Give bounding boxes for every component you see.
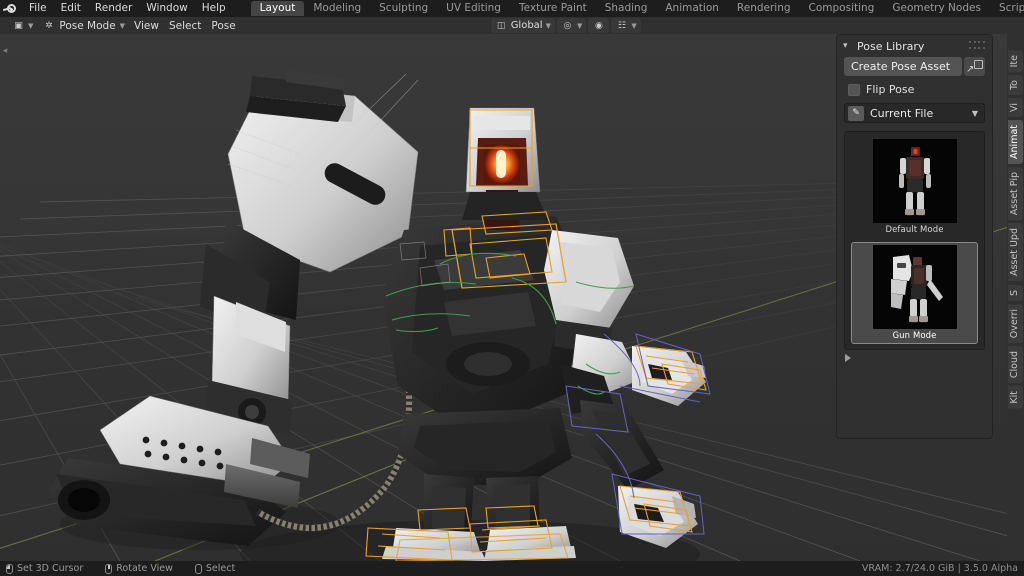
status-bar: Set 3D Cursor Rotate View Select VRAM: 2… xyxy=(0,561,1024,576)
menu-help[interactable]: Help xyxy=(195,0,233,17)
sidebar-tab-item[interactable]: Ite xyxy=(1008,50,1023,72)
chevron-down-icon: ▼ xyxy=(972,109,978,118)
tab-animation[interactable]: Animation xyxy=(656,1,728,16)
flip-pose-checkbox[interactable] xyxy=(848,84,860,96)
menu-view[interactable]: View xyxy=(129,18,164,33)
current-file-icon: ✎ xyxy=(848,106,864,121)
menu-render[interactable]: Render xyxy=(88,0,139,17)
flip-pose-label: Flip Pose xyxy=(866,83,914,96)
chevron-down-icon[interactable]: ▾ xyxy=(843,41,852,51)
proportional-edit-icon: ◉ xyxy=(592,19,605,32)
chevron-down-icon: ▼ xyxy=(120,22,125,30)
asset-source-value: Current File xyxy=(870,107,966,120)
pose-asset-thumbnail xyxy=(873,139,957,223)
pivot-point-icon: ☷ xyxy=(615,19,628,32)
viewport-transform-controls: ◫ Global ▼ ◎ ▼ ◉ ☷ ▼ xyxy=(491,18,641,33)
transform-orientation-label: Global xyxy=(511,20,543,31)
menu-file[interactable]: File xyxy=(22,0,54,17)
pose-library-panel: ▾ Pose Library Create Pose Asset ↗ Flip … xyxy=(836,34,993,439)
proportional-editing-toggle[interactable]: ◉ xyxy=(588,18,609,33)
pose-asset-label: Gun Mode xyxy=(892,331,936,341)
pose-library-header[interactable]: ▾ Pose Library xyxy=(837,35,992,57)
asset-source-dropdown[interactable]: ✎ Current File ▼ xyxy=(844,103,985,123)
pose-library-title: Pose Library xyxy=(857,40,924,53)
sidebar-tab-s[interactable]: S xyxy=(1008,285,1023,301)
sidebar-tab-asset-updater[interactable]: Asset Upd xyxy=(1008,223,1023,281)
sidebar-tab-tool[interactable]: To xyxy=(1008,75,1023,95)
editor-type-button[interactable]: ▣ ▼ xyxy=(7,18,38,33)
mouse-right-icon xyxy=(195,564,202,574)
editor-type-icon: ▣ xyxy=(12,19,25,32)
workspace-tabs: Layout Modeling Sculpting UV Editing Tex… xyxy=(251,0,1024,17)
tab-shading[interactable]: Shading xyxy=(596,1,657,16)
tab-compositing[interactable]: Compositing xyxy=(800,1,884,16)
status-hint-rotate-view: Rotate View xyxy=(105,563,173,574)
interaction-mode-selector[interactable]: ✲ Pose Mode ▼ xyxy=(38,18,129,33)
blender-logo-icon[interactable] xyxy=(0,0,22,17)
pose-asset-thumbnail xyxy=(873,245,957,329)
status-hint-label: Select xyxy=(206,563,235,574)
pose-asset-item-default-mode[interactable]: Default Mode xyxy=(851,137,978,237)
pose-mode-icon: ✲ xyxy=(42,19,55,32)
status-hint-set-3d-cursor: Set 3D Cursor xyxy=(6,563,83,574)
pose-asset-item-gun-mode[interactable]: Gun Mode xyxy=(851,242,978,344)
menu-window[interactable]: Window xyxy=(139,0,194,17)
chevron-down-icon: ▼ xyxy=(28,22,33,30)
system-status-text: VRAM: 2.7/24.0 GiB | 3.5.0 Alpha xyxy=(862,563,1018,574)
interaction-mode-label: Pose Mode xyxy=(59,20,115,32)
transform-orientation-selector[interactable]: ◫ Global ▼ xyxy=(491,18,555,33)
tab-texture-paint[interactable]: Texture Paint xyxy=(510,1,596,16)
sidebar-tab-animation[interactable]: Animat xyxy=(1008,120,1023,164)
chevron-down-icon: ▼ xyxy=(577,22,582,30)
menu-pose[interactable]: Pose xyxy=(206,18,240,33)
tab-rendering[interactable]: Rendering xyxy=(728,1,800,16)
orientation-icon: ◫ xyxy=(495,19,508,32)
blender-application-window: File Edit Render Window Help Layout Mode… xyxy=(0,0,1024,576)
right-hand-upper xyxy=(632,346,706,406)
status-hint-label: Set 3D Cursor xyxy=(17,563,83,574)
top-menu-bar: File Edit Render Window Help Layout Mode… xyxy=(0,0,1024,17)
pose-asset-label: Default Mode xyxy=(885,225,943,235)
tab-sculpting[interactable]: Sculpting xyxy=(370,1,437,16)
chevron-down-icon: ▼ xyxy=(631,22,636,30)
tab-scripting[interactable]: Scripting xyxy=(990,1,1024,16)
tab-uv-editing[interactable]: UV Editing xyxy=(437,1,510,16)
flip-pose-row[interactable]: Flip Pose xyxy=(844,81,985,98)
snapping-toggle[interactable]: ◎ ▼ xyxy=(557,18,586,33)
pose-library-body: Create Pose Asset ↗ Flip Pose ✎ Current … xyxy=(837,57,992,350)
sidebar-tab-view[interactable]: Vi xyxy=(1008,98,1023,117)
chevron-down-icon: ▼ xyxy=(546,22,551,30)
create-pose-asset-row: Create Pose Asset ↗ xyxy=(844,57,985,76)
sidebar-vertical-tabs: Ite To Vi Animat Asset Pip Asset Upd S O… xyxy=(1007,34,1024,561)
status-hint-select: Select xyxy=(195,563,235,574)
tab-modeling[interactable]: Modeling xyxy=(304,1,370,16)
snap-magnet-icon: ◎ xyxy=(561,19,574,32)
viewport-header: ▣ ▼ ✲ Pose Mode ▼ View Select Pose ◫ Glo… xyxy=(0,17,1024,34)
pose-asset-list[interactable]: Default Mode xyxy=(844,131,985,350)
create-pose-asset-button[interactable]: Create Pose Asset xyxy=(844,57,962,76)
sidebar-tab-override[interactable]: Overri xyxy=(1008,304,1023,343)
asset-browser-icon[interactable]: ↗ xyxy=(964,57,985,76)
tab-layout[interactable]: Layout xyxy=(251,1,305,16)
panel-grip-icon[interactable] xyxy=(969,41,986,51)
pivot-point-selector[interactable]: ☷ ▼ xyxy=(611,18,640,33)
sidebar-tab-cloud[interactable]: Cloud xyxy=(1008,346,1023,383)
tab-geometry-nodes[interactable]: Geometry Nodes xyxy=(883,1,990,16)
triangle-right-icon[interactable] xyxy=(845,354,851,362)
menu-select[interactable]: Select xyxy=(164,18,206,33)
sidebar-tab-kit[interactable]: Kit xyxy=(1008,386,1023,409)
panel-collapse-arrow-icon[interactable]: ◂ xyxy=(1,44,9,58)
mech-robot-model xyxy=(48,70,706,561)
status-hint-label: Rotate View xyxy=(116,563,173,574)
mouse-left-icon xyxy=(6,564,13,574)
pose-library-footer[interactable] xyxy=(837,350,992,366)
sidebar-tab-asset-pipeline[interactable]: Asset Pip xyxy=(1008,167,1023,220)
mouse-middle-icon xyxy=(105,564,112,574)
menu-edit[interactable]: Edit xyxy=(54,0,88,17)
